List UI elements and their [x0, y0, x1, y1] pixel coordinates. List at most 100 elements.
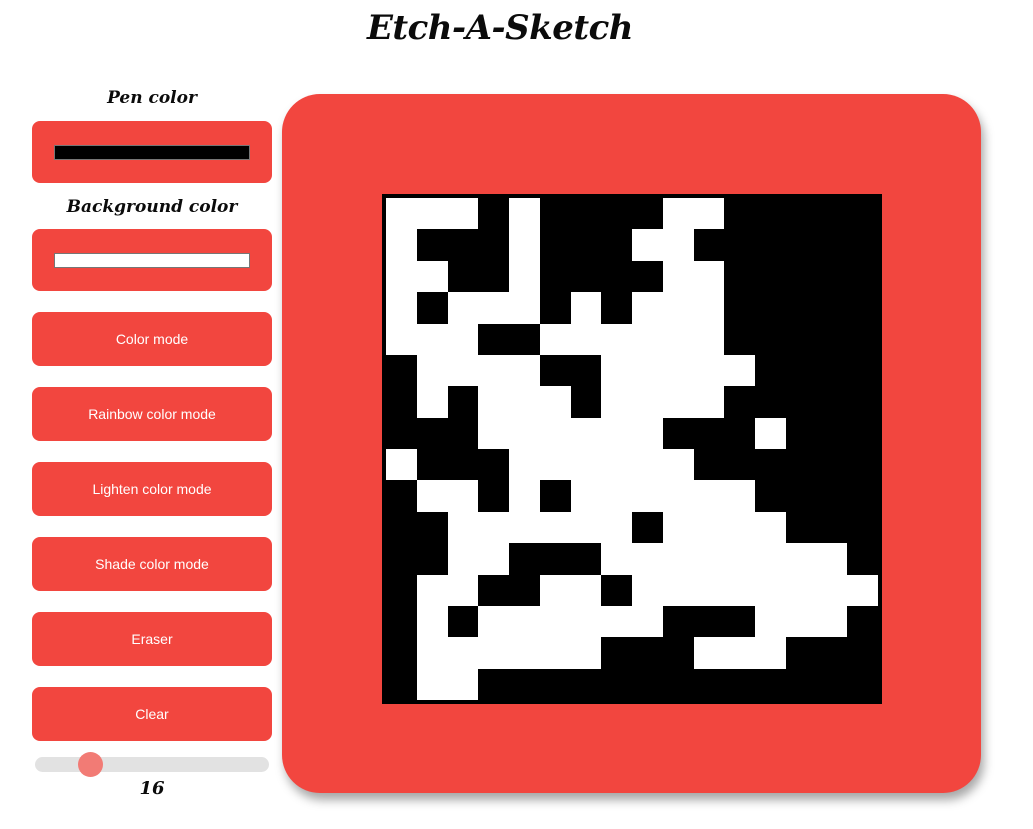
grid-cell[interactable] — [509, 292, 540, 324]
grid-cell[interactable] — [478, 323, 509, 355]
grid-cell[interactable] — [632, 198, 663, 230]
grid-cell[interactable] — [724, 292, 755, 324]
grid-cell[interactable] — [509, 605, 540, 638]
grid-cell[interactable] — [755, 637, 786, 669]
grid-cell[interactable] — [755, 229, 786, 261]
grid-cell[interactable] — [570, 511, 602, 544]
grid-cell[interactable] — [724, 637, 755, 669]
drawing-grid[interactable] — [382, 194, 882, 704]
grid-cell[interactable] — [478, 449, 509, 481]
grid-cell[interactable] — [662, 229, 694, 261]
grid-cell[interactable] — [632, 480, 663, 512]
grid-cell[interactable] — [816, 637, 848, 669]
grid-cell[interactable] — [847, 417, 878, 449]
grid-cell[interactable] — [601, 354, 632, 387]
grid-cell[interactable] — [601, 449, 632, 481]
grid-cell[interactable] — [539, 543, 571, 575]
grid-cell[interactable] — [539, 511, 571, 544]
grid-cell[interactable] — [509, 323, 540, 355]
lighten-mode-button[interactable]: Lighten color mode — [32, 462, 272, 516]
grid-cell[interactable] — [847, 260, 878, 293]
grid-cell[interactable] — [632, 449, 663, 481]
grid-cell[interactable] — [539, 449, 571, 481]
grid-cell[interactable] — [785, 449, 817, 481]
grid-cell[interactable] — [416, 260, 448, 293]
grid-cell[interactable] — [632, 323, 663, 355]
grid-cell[interactable] — [785, 637, 817, 669]
grid-cell[interactable] — [724, 198, 755, 230]
grid-cell[interactable] — [632, 543, 663, 575]
grid-cell[interactable] — [509, 668, 540, 700]
grid-cell[interactable] — [478, 605, 509, 638]
grid-cell[interactable] — [693, 637, 725, 669]
grid-cell[interactable] — [539, 605, 571, 638]
grid-cell[interactable] — [570, 260, 602, 293]
color-mode-button[interactable]: Color mode — [32, 312, 272, 366]
grid-cell[interactable] — [755, 354, 786, 387]
grid-cell[interactable] — [601, 198, 632, 230]
grid-cell[interactable] — [570, 386, 602, 418]
grid-cell[interactable] — [662, 449, 694, 481]
grid-cell[interactable] — [816, 668, 848, 700]
grid-cell[interactable] — [785, 386, 817, 418]
grid-cell[interactable] — [447, 292, 479, 324]
grid-cell[interactable] — [447, 386, 479, 418]
grid-cell[interactable] — [570, 449, 602, 481]
grid-cell[interactable] — [447, 449, 479, 481]
grid-cell[interactable] — [447, 668, 479, 700]
grid-cell[interactable] — [632, 354, 663, 387]
grid-cell[interactable] — [693, 605, 725, 638]
grid-cell[interactable] — [693, 354, 725, 387]
grid-cell[interactable] — [601, 480, 632, 512]
grid-cell[interactable] — [847, 605, 878, 638]
grid-cell[interactable] — [416, 480, 448, 512]
grid-cell[interactable] — [662, 354, 694, 387]
grid-cell[interactable] — [785, 480, 817, 512]
grid-cell[interactable] — [539, 637, 571, 669]
grid-cell[interactable] — [416, 543, 448, 575]
grid-cell[interactable] — [601, 668, 632, 700]
grid-cell[interactable] — [693, 323, 725, 355]
grid-cell[interactable] — [847, 292, 878, 324]
grid-cell[interactable] — [478, 354, 509, 387]
grid-cell[interactable] — [416, 323, 448, 355]
grid-cell[interactable] — [509, 449, 540, 481]
grid-cell[interactable] — [416, 449, 448, 481]
grid-cell[interactable] — [724, 605, 755, 638]
grid-cell[interactable] — [724, 229, 755, 261]
grid-cell[interactable] — [386, 511, 417, 544]
grid-cell[interactable] — [693, 511, 725, 544]
grid-cell[interactable] — [478, 511, 509, 544]
background-color-picker[interactable] — [32, 229, 272, 291]
grid-cell[interactable] — [416, 386, 448, 418]
grid-cell[interactable] — [785, 417, 817, 449]
grid-cell[interactable] — [509, 260, 540, 293]
grid-cell[interactable] — [755, 292, 786, 324]
grid-cell[interactable] — [816, 449, 848, 481]
grid-cell[interactable] — [601, 292, 632, 324]
grid-cell[interactable] — [447, 229, 479, 261]
grid-cell[interactable] — [478, 198, 509, 230]
grid-cell[interactable] — [386, 637, 417, 669]
grid-cell[interactable] — [724, 511, 755, 544]
grid-cell[interactable] — [816, 292, 848, 324]
grid-cell[interactable] — [755, 449, 786, 481]
grid-cell[interactable] — [724, 354, 755, 387]
grid-cell[interactable] — [509, 417, 540, 449]
grid-cell[interactable] — [785, 605, 817, 638]
grid-cell[interactable] — [386, 323, 417, 355]
grid-cell[interactable] — [632, 605, 663, 638]
grid-cell[interactable] — [478, 543, 509, 575]
grid-cell[interactable] — [386, 198, 417, 230]
grid-cell[interactable] — [755, 323, 786, 355]
grid-cell[interactable] — [539, 229, 571, 261]
grid-cell[interactable] — [724, 574, 755, 606]
grid-cell[interactable] — [386, 229, 417, 261]
grid-cell[interactable] — [632, 229, 663, 261]
grid-cell[interactable] — [693, 668, 725, 700]
shade-mode-button[interactable]: Shade color mode — [32, 537, 272, 591]
grid-cell[interactable] — [693, 292, 725, 324]
grid-cell[interactable] — [662, 511, 694, 544]
grid-cell[interactable] — [847, 543, 878, 575]
grid-cell[interactable] — [816, 480, 848, 512]
